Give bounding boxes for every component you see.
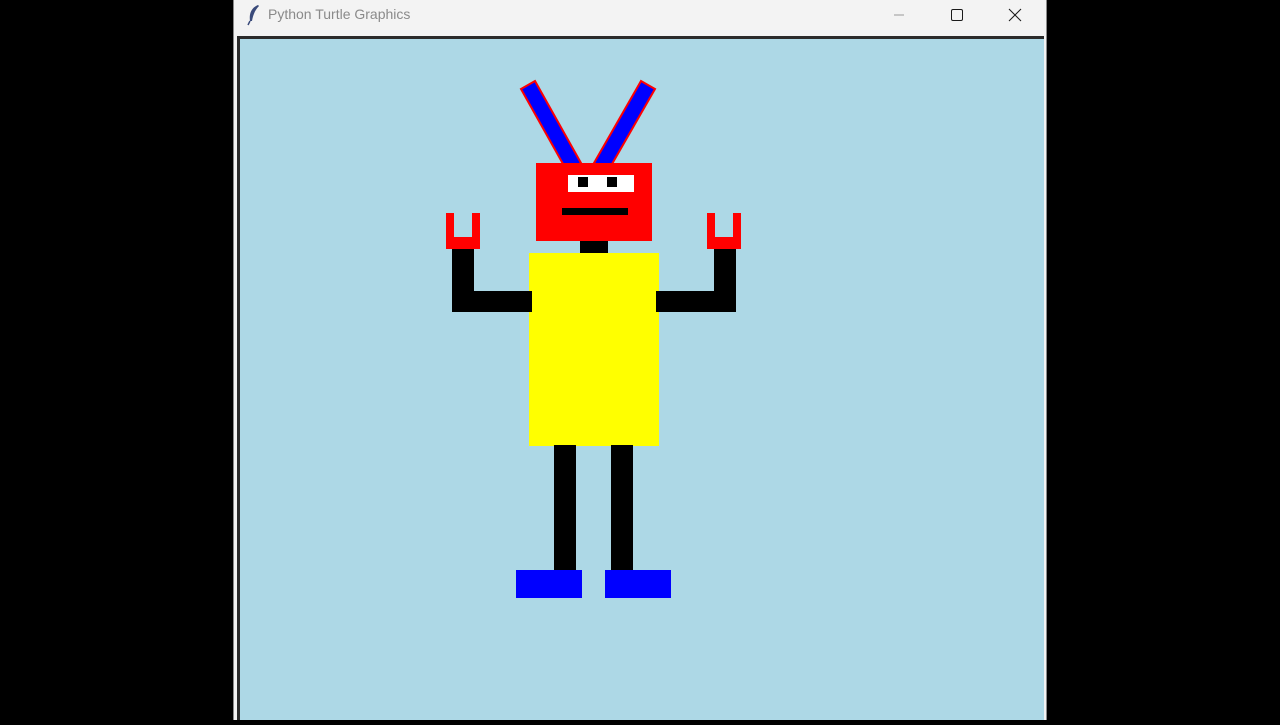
feather-icon [245, 4, 263, 26]
right-leg [611, 445, 633, 575]
close-icon [1008, 8, 1022, 22]
robot-drawing [240, 39, 1044, 720]
maximize-icon [951, 9, 963, 21]
left-leg [554, 445, 576, 575]
left-eye [578, 177, 588, 187]
turtle-canvas[interactable] [240, 39, 1044, 720]
turtle-window: Python Turtle Graphics [233, 0, 1047, 720]
minimize-button[interactable] [870, 0, 928, 30]
left-foot [516, 570, 582, 598]
robot-body [529, 253, 659, 446]
minimize-icon [894, 14, 904, 16]
title-bar[interactable]: Python Turtle Graphics [234, 0, 1046, 32]
canvas-frame [237, 36, 1044, 720]
right-eye [607, 177, 617, 187]
maximize-button[interactable] [928, 0, 986, 30]
robot-mouth [562, 208, 628, 215]
right-foot [605, 570, 671, 598]
right-forearm [714, 247, 736, 312]
window-title: Python Turtle Graphics [268, 6, 411, 22]
close-button[interactable] [986, 0, 1044, 30]
left-forearm [452, 247, 474, 312]
eyes-band [568, 175, 634, 192]
robot-head [536, 163, 652, 241]
